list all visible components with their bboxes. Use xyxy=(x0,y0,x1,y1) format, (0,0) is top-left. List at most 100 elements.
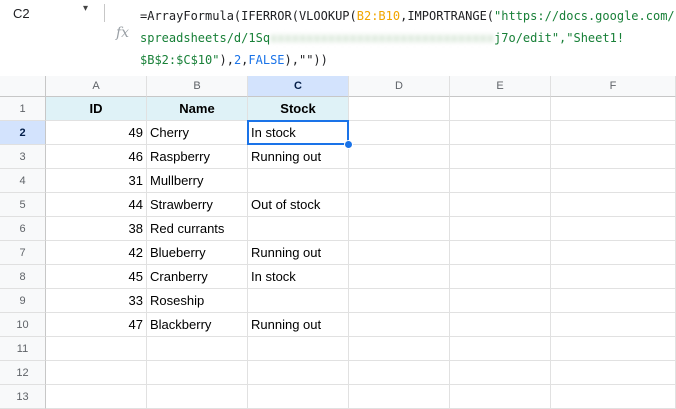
cell-e13[interactable] xyxy=(450,385,551,409)
cell-d11[interactable] xyxy=(349,337,450,361)
cell-a9[interactable]: 33 xyxy=(46,289,147,313)
name-box-value[interactable]: C2 xyxy=(13,6,30,21)
cell-b1[interactable]: Name xyxy=(147,97,248,121)
cell-f1[interactable] xyxy=(551,97,676,121)
row-header-10[interactable]: 10 xyxy=(0,313,46,337)
row-header-13[interactable]: 13 xyxy=(0,385,46,409)
row-header-7[interactable]: 7 xyxy=(0,241,46,265)
cell-f13[interactable] xyxy=(551,385,676,409)
cell-f11[interactable] xyxy=(551,337,676,361)
cell-a5[interactable]: 44 xyxy=(46,193,147,217)
row-header-2[interactable]: 2 xyxy=(0,121,46,145)
column-header-e[interactable]: E xyxy=(450,76,551,97)
cell-e7[interactable] xyxy=(450,241,551,265)
cell-c3[interactable]: Running out xyxy=(248,145,349,169)
name-box[interactable]: C2 ▾ xyxy=(0,0,100,28)
row-header-1[interactable]: 1 xyxy=(0,97,46,121)
formula-line-3[interactable]: $B$2:$C$10"),2,FALSE),"")) xyxy=(140,53,328,67)
fill-handle[interactable] xyxy=(344,140,353,149)
row-header-4[interactable]: 4 xyxy=(0,169,46,193)
row-header-6[interactable]: 6 xyxy=(0,217,46,241)
cell-e3[interactable] xyxy=(450,145,551,169)
cell-c1[interactable]: Stock xyxy=(248,97,349,121)
cell-b8[interactable]: Cranberry xyxy=(147,265,248,289)
cell-d9[interactable] xyxy=(349,289,450,313)
cell-a2[interactable]: 49 xyxy=(46,121,147,145)
cell-f2[interactable] xyxy=(551,121,676,145)
column-header-c[interactable]: C xyxy=(248,76,349,97)
cell-c11[interactable] xyxy=(248,337,349,361)
row-header-12[interactable]: 12 xyxy=(0,361,46,385)
cell-d1[interactable] xyxy=(349,97,450,121)
formula-line-1[interactable]: =ArrayFormula(IFERROR(VLOOKUP(B2:B10,IMP… xyxy=(140,9,675,23)
row-header-11[interactable]: 11 xyxy=(0,337,46,361)
cell-e1[interactable] xyxy=(450,97,551,121)
cell-e11[interactable] xyxy=(450,337,551,361)
cell-b9[interactable]: Roseship xyxy=(147,289,248,313)
cell-b10[interactable]: Blackberry xyxy=(147,313,248,337)
cell-c7[interactable]: Running out xyxy=(248,241,349,265)
cell-e2[interactable] xyxy=(450,121,551,145)
select-all-corner[interactable] xyxy=(0,76,46,97)
cell-a7[interactable]: 42 xyxy=(46,241,147,265)
cell-f7[interactable] xyxy=(551,241,676,265)
cell-e6[interactable] xyxy=(450,217,551,241)
chevron-down-icon[interactable]: ▾ xyxy=(83,3,88,14)
cell-f5[interactable] xyxy=(551,193,676,217)
row-header-3[interactable]: 3 xyxy=(0,145,46,169)
row-header-9[interactable]: 9 xyxy=(0,289,46,313)
cell-b4[interactable]: Mullberry xyxy=(147,169,248,193)
formula-line-2[interactable]: spreadsheets/d/1Sqxxxxxxxxxxxxxxxxxxxxxx… xyxy=(140,31,624,45)
cell-a3[interactable]: 46 xyxy=(46,145,147,169)
cell-e8[interactable] xyxy=(450,265,551,289)
spreadsheet-grid[interactable]: A B C D E F 1 ID Name Stock 2 49 Cherry In stock 3 46 Ra… xyxy=(0,76,676,409)
cell-c13[interactable] xyxy=(248,385,349,409)
cell-a8[interactable]: 45 xyxy=(46,265,147,289)
cell-d10[interactable] xyxy=(349,313,450,337)
cell-b13[interactable] xyxy=(147,385,248,409)
row-header-8[interactable]: 8 xyxy=(0,265,46,289)
cell-d8[interactable] xyxy=(349,265,450,289)
cell-a10[interactable]: 47 xyxy=(46,313,147,337)
cell-c4[interactable] xyxy=(248,169,349,193)
cell-c8[interactable]: In stock xyxy=(248,265,349,289)
cell-e5[interactable] xyxy=(450,193,551,217)
cell-d3[interactable] xyxy=(349,145,450,169)
cell-b5[interactable]: Strawberry xyxy=(147,193,248,217)
cell-f10[interactable] xyxy=(551,313,676,337)
cell-a6[interactable]: 38 xyxy=(46,217,147,241)
cell-e10[interactable] xyxy=(450,313,551,337)
cell-d6[interactable] xyxy=(349,217,450,241)
column-header-b[interactable]: B xyxy=(147,76,248,97)
cell-c10[interactable]: Running out xyxy=(248,313,349,337)
column-header-f[interactable]: F xyxy=(551,76,676,97)
cell-a11[interactable] xyxy=(46,337,147,361)
cell-f4[interactable] xyxy=(551,169,676,193)
cell-d7[interactable] xyxy=(349,241,450,265)
cell-f12[interactable] xyxy=(551,361,676,385)
cell-b11[interactable] xyxy=(147,337,248,361)
column-header-d[interactable]: D xyxy=(349,76,450,97)
cell-a12[interactable] xyxy=(46,361,147,385)
cell-f3[interactable] xyxy=(551,145,676,169)
cell-d2[interactable] xyxy=(349,121,450,145)
cell-f9[interactable] xyxy=(551,289,676,313)
cell-e9[interactable] xyxy=(450,289,551,313)
cell-b3[interactable]: Raspberry xyxy=(147,145,248,169)
cell-d5[interactable] xyxy=(349,193,450,217)
cell-c12[interactable] xyxy=(248,361,349,385)
cell-b6[interactable]: Red currants xyxy=(147,217,248,241)
cell-a13[interactable] xyxy=(46,385,147,409)
cell-b12[interactable] xyxy=(147,361,248,385)
cell-a4[interactable]: 31 xyxy=(46,169,147,193)
cell-f8[interactable] xyxy=(551,265,676,289)
cell-d13[interactable] xyxy=(349,385,450,409)
cell-b7[interactable]: Blueberry xyxy=(147,241,248,265)
cell-f6[interactable] xyxy=(551,217,676,241)
row-header-5[interactable]: 5 xyxy=(0,193,46,217)
column-header-a[interactable]: A xyxy=(46,76,147,97)
cell-c6[interactable] xyxy=(248,217,349,241)
cell-c5[interactable]: Out of stock xyxy=(248,193,349,217)
cell-b2[interactable]: Cherry xyxy=(147,121,248,145)
cell-d4[interactable] xyxy=(349,169,450,193)
